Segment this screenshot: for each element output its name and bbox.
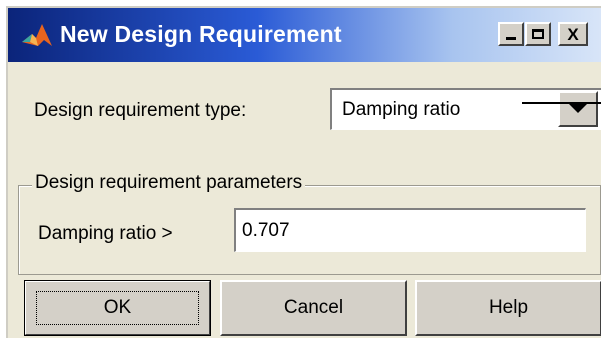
- title-bar[interactable]: New Design Requirement X: [8, 8, 601, 62]
- close-button[interactable]: X: [558, 22, 588, 46]
- focus-rect: [36, 291, 199, 325]
- minimize-button[interactable]: [498, 22, 524, 46]
- minimize-icon: [506, 37, 516, 40]
- requirement-type-select[interactable]: Damping ratio: [330, 88, 601, 130]
- help-button[interactable]: Help: [415, 280, 601, 336]
- damping-ratio-input[interactable]: [234, 208, 586, 252]
- damping-ratio-label: Damping ratio >: [38, 223, 173, 244]
- chevron-down-icon: [569, 104, 587, 113]
- window-title: New Design Requirement: [60, 21, 342, 47]
- dropdown-button[interactable]: [558, 91, 598, 127]
- dialog-window: New Design Requirement X Design requirem…: [6, 6, 601, 338]
- parameters-group-title: Design requirement parameters: [32, 172, 306, 194]
- close-icon: X: [567, 24, 579, 44]
- matlab-logo-icon: [22, 24, 52, 46]
- cancel-button[interactable]: Cancel: [220, 280, 407, 336]
- maximize-button[interactable]: [525, 22, 551, 46]
- requirement-type-label: Design requirement type:: [34, 100, 247, 121]
- ok-button[interactable]: OK: [24, 280, 211, 336]
- requirement-type-value: Damping ratio: [342, 99, 461, 120]
- maximize-icon: [532, 29, 544, 39]
- annotation-line: [522, 102, 601, 104]
